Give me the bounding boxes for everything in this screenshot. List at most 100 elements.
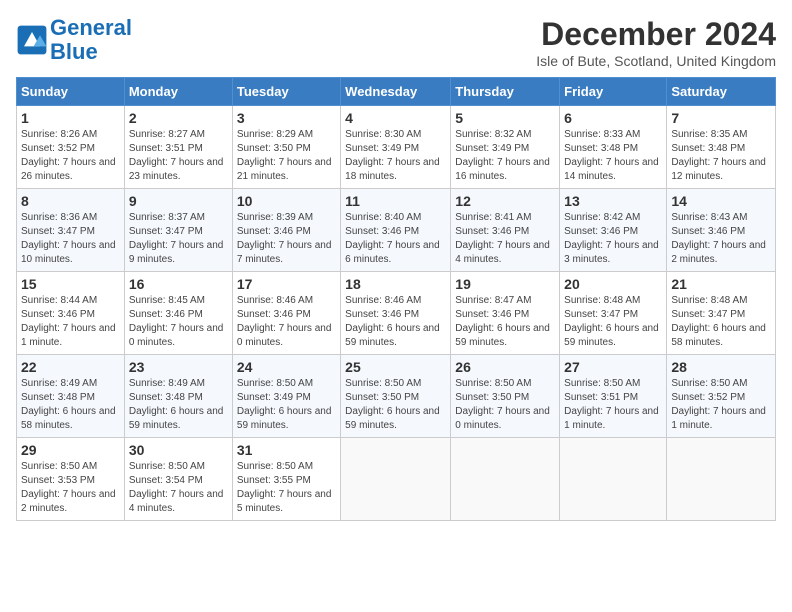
day-detail: Sunrise: 8:50 AMSunset: 3:54 PMDaylight:… — [129, 461, 224, 514]
calendar-cell: 27 Sunrise: 8:50 AMSunset: 3:51 PMDaylig… — [560, 355, 667, 438]
day-number: 9 — [129, 193, 228, 209]
logo-general: General — [50, 15, 132, 40]
calendar-cell: 17 Sunrise: 8:46 AMSunset: 3:46 PMDaylig… — [232, 272, 340, 355]
day-detail: Sunrise: 8:36 AMSunset: 3:47 PMDaylight:… — [21, 212, 116, 265]
calendar-cell: 22 Sunrise: 8:49 AMSunset: 3:48 PMDaylig… — [17, 355, 125, 438]
day-detail: Sunrise: 8:49 AMSunset: 3:48 PMDaylight:… — [129, 378, 224, 431]
day-number: 4 — [345, 110, 446, 126]
calendar-cell: 11 Sunrise: 8:40 AMSunset: 3:46 PMDaylig… — [341, 189, 451, 272]
logo-blue: Blue — [50, 39, 98, 64]
calendar-cell: 31 Sunrise: 8:50 AMSunset: 3:55 PMDaylig… — [232, 438, 340, 521]
calendar-week-1: 1 Sunrise: 8:26 AMSunset: 3:52 PMDayligh… — [17, 106, 776, 189]
calendar-cell — [667, 438, 776, 521]
day-detail: Sunrise: 8:40 AMSunset: 3:46 PMDaylight:… — [345, 212, 440, 265]
calendar-cell: 5 Sunrise: 8:32 AMSunset: 3:49 PMDayligh… — [451, 106, 560, 189]
day-detail: Sunrise: 8:50 AMSunset: 3:51 PMDaylight:… — [564, 378, 659, 431]
weekday-header-tuesday: Tuesday — [232, 78, 340, 106]
weekday-header-wednesday: Wednesday — [341, 78, 451, 106]
day-detail: Sunrise: 8:35 AMSunset: 3:48 PMDaylight:… — [671, 129, 766, 182]
day-number: 17 — [237, 276, 336, 292]
calendar-cell: 21 Sunrise: 8:48 AMSunset: 3:47 PMDaylig… — [667, 272, 776, 355]
day-number: 21 — [671, 276, 771, 292]
day-number: 22 — [21, 359, 120, 375]
day-number: 31 — [237, 442, 336, 458]
calendar-cell: 13 Sunrise: 8:42 AMSunset: 3:46 PMDaylig… — [560, 189, 667, 272]
calendar-cell: 1 Sunrise: 8:26 AMSunset: 3:52 PMDayligh… — [17, 106, 125, 189]
day-detail: Sunrise: 8:50 AMSunset: 3:53 PMDaylight:… — [21, 461, 116, 514]
day-number: 30 — [129, 442, 228, 458]
weekday-header-row: SundayMondayTuesdayWednesdayThursdayFrid… — [17, 78, 776, 106]
day-number: 25 — [345, 359, 446, 375]
calendar-cell: 12 Sunrise: 8:41 AMSunset: 3:46 PMDaylig… — [451, 189, 560, 272]
day-number: 12 — [455, 193, 555, 209]
calendar-cell: 14 Sunrise: 8:43 AMSunset: 3:46 PMDaylig… — [667, 189, 776, 272]
calendar-cell: 4 Sunrise: 8:30 AMSunset: 3:49 PMDayligh… — [341, 106, 451, 189]
calendar-week-4: 22 Sunrise: 8:49 AMSunset: 3:48 PMDaylig… — [17, 355, 776, 438]
calendar-cell: 2 Sunrise: 8:27 AMSunset: 3:51 PMDayligh… — [124, 106, 232, 189]
calendar-cell — [341, 438, 451, 521]
calendar-body: 1 Sunrise: 8:26 AMSunset: 3:52 PMDayligh… — [17, 106, 776, 521]
calendar-cell: 19 Sunrise: 8:47 AMSunset: 3:46 PMDaylig… — [451, 272, 560, 355]
calendar-cell: 23 Sunrise: 8:49 AMSunset: 3:48 PMDaylig… — [124, 355, 232, 438]
calendar-cell: 9 Sunrise: 8:37 AMSunset: 3:47 PMDayligh… — [124, 189, 232, 272]
day-number: 16 — [129, 276, 228, 292]
day-number: 7 — [671, 110, 771, 126]
day-detail: Sunrise: 8:39 AMSunset: 3:46 PMDaylight:… — [237, 212, 332, 265]
day-number: 28 — [671, 359, 771, 375]
weekday-header-saturday: Saturday — [667, 78, 776, 106]
calendar-cell: 6 Sunrise: 8:33 AMSunset: 3:48 PMDayligh… — [560, 106, 667, 189]
calendar-week-2: 8 Sunrise: 8:36 AMSunset: 3:47 PMDayligh… — [17, 189, 776, 272]
calendar-cell: 29 Sunrise: 8:50 AMSunset: 3:53 PMDaylig… — [17, 438, 125, 521]
day-number: 24 — [237, 359, 336, 375]
day-detail: Sunrise: 8:44 AMSunset: 3:46 PMDaylight:… — [21, 295, 116, 348]
day-detail: Sunrise: 8:43 AMSunset: 3:46 PMDaylight:… — [671, 212, 766, 265]
calendar-cell: 18 Sunrise: 8:46 AMSunset: 3:46 PMDaylig… — [341, 272, 451, 355]
calendar-cell: 28 Sunrise: 8:50 AMSunset: 3:52 PMDaylig… — [667, 355, 776, 438]
day-detail: Sunrise: 8:47 AMSunset: 3:46 PMDaylight:… — [455, 295, 550, 348]
day-number: 14 — [671, 193, 771, 209]
weekday-header-friday: Friday — [560, 78, 667, 106]
day-detail: Sunrise: 8:48 AMSunset: 3:47 PMDaylight:… — [671, 295, 766, 348]
day-detail: Sunrise: 8:41 AMSunset: 3:46 PMDaylight:… — [455, 212, 550, 265]
calendar-cell: 10 Sunrise: 8:39 AMSunset: 3:46 PMDaylig… — [232, 189, 340, 272]
logo-icon — [16, 24, 48, 56]
day-number: 11 — [345, 193, 446, 209]
page-header: General Blue December 2024 Isle of Bute,… — [16, 16, 776, 69]
calendar-cell: 30 Sunrise: 8:50 AMSunset: 3:54 PMDaylig… — [124, 438, 232, 521]
day-number: 6 — [564, 110, 662, 126]
weekday-header-thursday: Thursday — [451, 78, 560, 106]
day-number: 29 — [21, 442, 120, 458]
location-subtitle: Isle of Bute, Scotland, United Kingdom — [536, 53, 776, 69]
day-detail: Sunrise: 8:48 AMSunset: 3:47 PMDaylight:… — [564, 295, 659, 348]
calendar-cell — [451, 438, 560, 521]
weekday-header-monday: Monday — [124, 78, 232, 106]
day-number: 2 — [129, 110, 228, 126]
day-number: 27 — [564, 359, 662, 375]
calendar-cell: 24 Sunrise: 8:50 AMSunset: 3:49 PMDaylig… — [232, 355, 340, 438]
calendar-cell: 8 Sunrise: 8:36 AMSunset: 3:47 PMDayligh… — [17, 189, 125, 272]
weekday-header-sunday: Sunday — [17, 78, 125, 106]
day-number: 5 — [455, 110, 555, 126]
calendar-table: SundayMondayTuesdayWednesdayThursdayFrid… — [16, 77, 776, 521]
day-number: 13 — [564, 193, 662, 209]
day-detail: Sunrise: 8:46 AMSunset: 3:46 PMDaylight:… — [345, 295, 440, 348]
calendar-cell: 25 Sunrise: 8:50 AMSunset: 3:50 PMDaylig… — [341, 355, 451, 438]
calendar-cell: 20 Sunrise: 8:48 AMSunset: 3:47 PMDaylig… — [560, 272, 667, 355]
calendar-cell — [560, 438, 667, 521]
day-number: 1 — [21, 110, 120, 126]
day-number: 23 — [129, 359, 228, 375]
day-detail: Sunrise: 8:50 AMSunset: 3:55 PMDaylight:… — [237, 461, 332, 514]
day-number: 8 — [21, 193, 120, 209]
day-detail: Sunrise: 8:26 AMSunset: 3:52 PMDaylight:… — [21, 129, 116, 182]
calendar-cell: 16 Sunrise: 8:45 AMSunset: 3:46 PMDaylig… — [124, 272, 232, 355]
day-detail: Sunrise: 8:50 AMSunset: 3:50 PMDaylight:… — [345, 378, 440, 431]
calendar-week-3: 15 Sunrise: 8:44 AMSunset: 3:46 PMDaylig… — [17, 272, 776, 355]
logo: General Blue — [16, 16, 132, 64]
calendar-cell: 15 Sunrise: 8:44 AMSunset: 3:46 PMDaylig… — [17, 272, 125, 355]
day-number: 19 — [455, 276, 555, 292]
calendar-cell: 26 Sunrise: 8:50 AMSunset: 3:50 PMDaylig… — [451, 355, 560, 438]
calendar-cell: 7 Sunrise: 8:35 AMSunset: 3:48 PMDayligh… — [667, 106, 776, 189]
day-number: 10 — [237, 193, 336, 209]
day-detail: Sunrise: 8:33 AMSunset: 3:48 PMDaylight:… — [564, 129, 659, 182]
day-detail: Sunrise: 8:50 AMSunset: 3:50 PMDaylight:… — [455, 378, 550, 431]
